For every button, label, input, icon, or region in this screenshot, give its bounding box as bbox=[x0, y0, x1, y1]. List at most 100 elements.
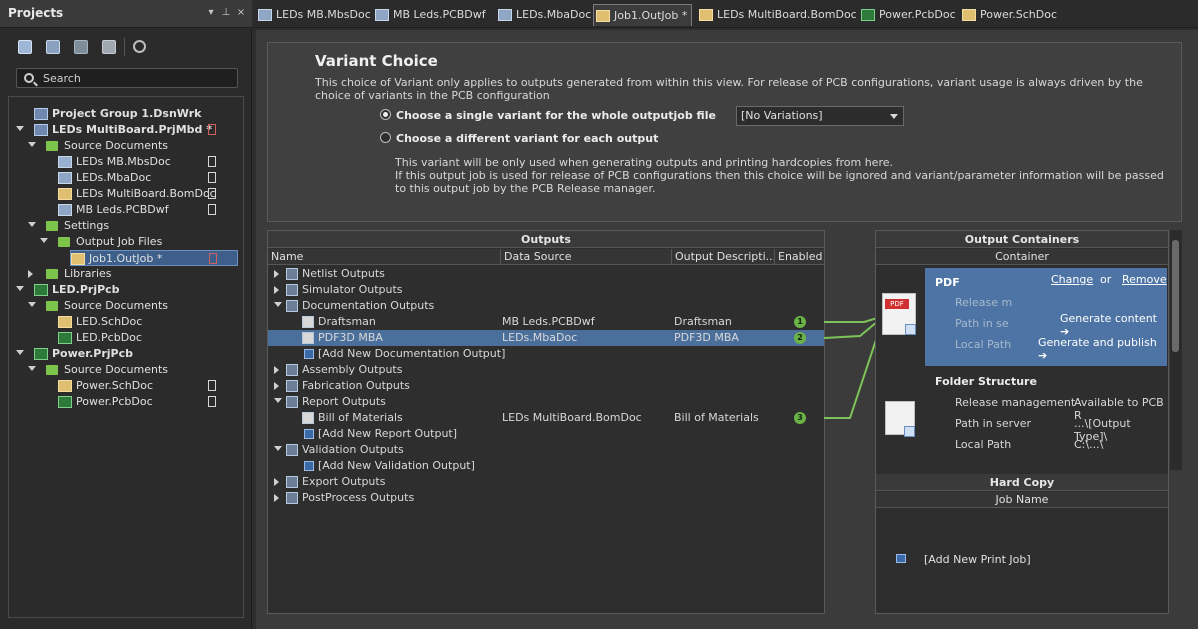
tab-document[interactable]: Job1.OutJob * bbox=[593, 4, 693, 26]
tree-item-label: LEDs MB.MbsDoc bbox=[76, 155, 171, 168]
expand-icon[interactable] bbox=[274, 382, 279, 390]
tab-document[interactable]: LEDs MB.MbsDoc bbox=[256, 4, 371, 26]
add-output-link[interactable]: [Add New Report Output] bbox=[318, 426, 457, 442]
add-output-link[interactable]: [Add New Documentation Output] bbox=[318, 346, 505, 362]
tree-item[interactable]: Settings bbox=[10, 218, 238, 234]
schematic-document-icon bbox=[58, 380, 72, 392]
workspace-icon bbox=[34, 108, 48, 120]
collapse-icon[interactable] bbox=[16, 126, 24, 131]
schematic-document-icon bbox=[962, 9, 976, 21]
tab-document[interactable]: LEDs MultiBoard.BomDoc bbox=[697, 4, 857, 26]
expand-icon[interactable] bbox=[274, 286, 279, 294]
tree-item[interactable]: LEDs.MbaDoc bbox=[10, 170, 238, 186]
collapse-icon[interactable] bbox=[16, 350, 24, 355]
add-print-job-icon[interactable] bbox=[896, 554, 906, 563]
each-variant-label[interactable]: Choose a different variant for each outp… bbox=[396, 132, 658, 145]
add-output-row[interactable]: [Add New Documentation Output] bbox=[268, 346, 824, 362]
tab-document[interactable]: LEDs.MbaDoc bbox=[496, 4, 591, 26]
output-row[interactable]: PDF3D MBA LEDs.MbaDoc PDF3D MBA 2 bbox=[268, 330, 824, 346]
expand-icon[interactable] bbox=[28, 270, 33, 278]
collapse-icon[interactable] bbox=[274, 398, 282, 403]
add-icon bbox=[304, 349, 314, 359]
add-output-row[interactable]: [Add New Validation Output] bbox=[268, 458, 824, 474]
column-name[interactable]: Name bbox=[268, 249, 501, 265]
output-group-row[interactable]: Netlist Outputs bbox=[268, 266, 824, 282]
single-variant-radio[interactable] bbox=[380, 109, 391, 120]
tree-item[interactable]: LEDs MultiBoard.PrjMbd * bbox=[10, 122, 238, 138]
tree-item[interactable]: Source Documents bbox=[10, 138, 238, 154]
tree-item-label: Source Documents bbox=[64, 363, 168, 376]
output-row[interactable]: Bill of Materials LEDs MultiBoard.BomDoc B… bbox=[268, 410, 824, 426]
generate-content-link[interactable]: Generate content ➔ bbox=[1060, 312, 1167, 338]
output-group-row[interactable]: Export Outputs bbox=[268, 474, 824, 490]
collapse-icon[interactable] bbox=[274, 446, 282, 451]
folder-icon bbox=[46, 141, 58, 151]
output-group-row[interactable]: Simulator Outputs bbox=[268, 282, 824, 298]
expand-icon[interactable] bbox=[274, 478, 279, 486]
tree-item[interactable]: Power.PcbDoc bbox=[10, 394, 238, 410]
pdf-release-label: Release m bbox=[955, 296, 1013, 309]
output-containers-panel: Output Containers Container PDF PDF Chan… bbox=[875, 230, 1169, 614]
change-link[interactable]: Change bbox=[1051, 273, 1093, 286]
tree-item[interactable]: Output Job Files bbox=[10, 234, 238, 250]
expand-icon[interactable] bbox=[274, 270, 279, 278]
output-group-row[interactable]: Assembly Outputs bbox=[268, 362, 824, 378]
mbs-document-icon bbox=[258, 9, 272, 21]
collapse-icon[interactable] bbox=[40, 238, 48, 243]
containers-scrollbar-thumb[interactable] bbox=[1172, 240, 1179, 352]
tab-label: Power.PcbDoc bbox=[879, 8, 956, 21]
tab-document[interactable]: Power.PcbDoc bbox=[859, 4, 956, 26]
tree-item[interactable]: Power.PrjPcb bbox=[10, 346, 238, 362]
output-group-row[interactable]: Documentation Outputs bbox=[268, 298, 824, 314]
pdf-container[interactable]: PDF Change or Remove Release m Path in s… bbox=[925, 268, 1167, 366]
tree-item[interactable]: LED.SchDoc bbox=[10, 314, 238, 330]
add-output-link[interactable]: [Add New Validation Output] bbox=[318, 458, 475, 474]
collapse-icon[interactable] bbox=[28, 222, 36, 227]
remove-link[interactable]: Remove bbox=[1122, 273, 1167, 286]
enabled-badge[interactable]: 3 bbox=[794, 412, 806, 424]
generate-publish-link[interactable]: Generate and publish ➔ bbox=[1038, 336, 1167, 362]
column-data-source[interactable]: Data Source bbox=[501, 249, 672, 265]
column-output-description[interactable]: Output Descripti... bbox=[672, 249, 775, 265]
add-icon bbox=[304, 429, 314, 439]
tree-item[interactable]: LEDs MultiBoard.BomDoc bbox=[10, 186, 238, 202]
output-group-row[interactable]: Report Outputs bbox=[268, 394, 824, 410]
tab-label: LEDs MultiBoard.BomDoc bbox=[717, 8, 857, 21]
tree-item[interactable]: Source Documents bbox=[10, 362, 238, 378]
collapse-icon[interactable] bbox=[28, 366, 36, 371]
column-enabled[interactable]: Enabled bbox=[775, 249, 824, 265]
tree-item[interactable]: Project Group 1.DsnWrk bbox=[10, 106, 238, 122]
output-group-row[interactable]: Fabrication Outputs bbox=[268, 378, 824, 394]
enabled-badge[interactable]: 1 bbox=[794, 316, 806, 328]
output-group-row[interactable]: Validation Outputs bbox=[268, 442, 824, 458]
tree-item[interactable]: Libraries bbox=[10, 266, 238, 282]
add-print-job-link[interactable]: [Add New Print Job] bbox=[924, 553, 1031, 566]
collapse-icon[interactable] bbox=[274, 302, 282, 307]
variant-dropdown[interactable]: [No Variations] bbox=[736, 106, 904, 126]
outputs-column-header: Name Data Source Output Descripti... Ena… bbox=[268, 249, 824, 265]
output-row[interactable]: Draftsman MB Leds.PCBDwf Draftsman 1 bbox=[268, 314, 824, 330]
tree-item[interactable]: Power.SchDoc bbox=[10, 378, 238, 394]
tree-item[interactable]: LED.PrjPcb bbox=[10, 282, 238, 298]
enabled-badge[interactable]: 2 bbox=[794, 332, 806, 344]
collapse-icon[interactable] bbox=[28, 302, 36, 307]
tree-item[interactable]: Source Documents bbox=[10, 298, 238, 314]
output-group-row[interactable]: PostProcess Outputs bbox=[268, 490, 824, 506]
tree-item[interactable]: MB Leds.PCBDwf bbox=[10, 202, 238, 218]
output-group-icon bbox=[286, 444, 298, 456]
expand-icon[interactable] bbox=[274, 494, 279, 502]
each-variant-radio[interactable] bbox=[380, 132, 391, 143]
collapse-icon[interactable] bbox=[28, 142, 36, 147]
tree-item[interactable]: LEDs MB.MbsDoc bbox=[10, 154, 238, 170]
collapse-icon[interactable] bbox=[16, 286, 24, 291]
pcb-project-icon bbox=[34, 284, 48, 296]
folder-structure-container[interactable]: Folder Structure Release management Avai… bbox=[925, 369, 1167, 469]
add-output-row[interactable]: [Add New Report Output] bbox=[268, 426, 824, 442]
tree-item[interactable]: Job1.OutJob * bbox=[70, 250, 238, 266]
tab-label: LEDs MB.MbsDoc bbox=[276, 8, 371, 21]
tree-item[interactable]: LED.PcbDoc bbox=[10, 330, 238, 346]
expand-icon[interactable] bbox=[274, 366, 279, 374]
tab-document[interactable]: MB Leds.PCBDwf bbox=[373, 4, 486, 26]
tab-document[interactable]: Power.SchDoc bbox=[960, 4, 1057, 26]
single-variant-label[interactable]: Choose a single variant for the whole ou… bbox=[396, 109, 716, 122]
